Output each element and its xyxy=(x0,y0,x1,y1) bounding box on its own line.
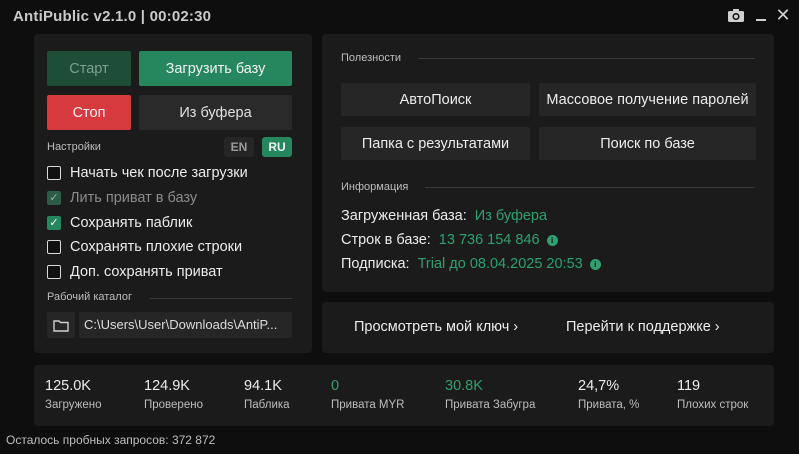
load-base-button[interactable]: Загрузить базу xyxy=(139,51,292,86)
option-label: Начать чек после загрузки xyxy=(70,165,248,181)
stat-value: 24,7% xyxy=(578,378,620,394)
stat-checked: 124.9K Проверено xyxy=(144,378,203,411)
minimize-icon[interactable] xyxy=(751,5,771,25)
stat-label: Плохих строк xyxy=(677,399,749,411)
stat-value: 30.8K xyxy=(445,378,483,394)
utilities-label: Полезности xyxy=(341,52,401,64)
stat-label: Проверено xyxy=(144,399,203,411)
stat-value: 124.9K xyxy=(144,378,190,394)
settings-label: Настройки xyxy=(47,141,101,153)
view-key-link[interactable]: Просмотреть мой ключ › xyxy=(354,319,518,335)
checkbox[interactable] xyxy=(47,265,61,279)
option-label: Сохранять паблик xyxy=(70,215,193,231)
working-dir-label: Рабочий каталог xyxy=(47,291,132,303)
divider xyxy=(150,298,292,299)
option-label: Сохранять плохие строки xyxy=(70,239,243,255)
stat-value: 0 xyxy=(331,378,340,394)
checkbox-checked-disabled: ✓ xyxy=(47,191,61,205)
stat-value: 94.1K xyxy=(244,378,282,394)
option-label: Доп. сохранять приват xyxy=(70,264,223,280)
subscription-value: Trial до 08.04.2025 20:53 xyxy=(417,256,583,272)
lines-row: Строк в базе: 13 736 154 846 i xyxy=(341,232,558,248)
info-icon[interactable]: i xyxy=(546,234,558,246)
autosearch-button[interactable]: АвтоПоиск xyxy=(341,83,530,116)
lines-key: Строк в базе: xyxy=(341,232,431,248)
stat-bad-lines: 119 Плохих строк xyxy=(677,378,748,411)
window-title: AntiPublic v2.1.0 | 00:02:30 xyxy=(13,8,212,25)
stat-label: Привата MYR xyxy=(331,399,405,411)
camera-icon[interactable] xyxy=(726,5,746,25)
option-extra-save-private[interactable]: Доп. сохранять приват xyxy=(47,263,223,281)
divider xyxy=(425,187,755,188)
info-icon[interactable]: i xyxy=(589,258,601,270)
folder-icon[interactable] xyxy=(47,312,75,338)
loaded-base-row: Загруженная база: Из буфера xyxy=(341,208,547,224)
lang-ru-button[interactable]: RU xyxy=(262,137,292,157)
close-icon[interactable]: ✕ xyxy=(773,5,793,25)
stat-private-percent: 24,7% Привата, % xyxy=(578,378,639,411)
subscription-key: Подписка: xyxy=(341,256,410,272)
option-save-bad-lines[interactable]: Сохранять плохие строки xyxy=(47,238,242,256)
info-panel xyxy=(322,34,774,292)
stat-label: Паблика xyxy=(244,399,290,411)
loaded-base-key: Загруженная база: xyxy=(341,208,467,224)
stat-private-myr: 0 Привата MYR xyxy=(331,378,405,411)
lines-value: 13 736 154 846 xyxy=(438,232,540,248)
subscription-row: Подписка: Trial до 08.04.2025 20:53 i xyxy=(341,256,601,272)
stat-label: Привата, % xyxy=(578,399,640,411)
divider xyxy=(419,58,755,59)
lang-en-button[interactable]: EN xyxy=(224,137,254,157)
option-start-check-after-load[interactable]: Начать чек после загрузки xyxy=(47,164,248,182)
results-folder-button[interactable]: Папка с результатами xyxy=(341,127,530,160)
stat-value: 119 xyxy=(677,378,701,394)
information-label: Информация xyxy=(341,181,409,193)
loaded-base-value: Из буфера xyxy=(474,208,548,224)
option-save-public[interactable]: ✓ Сохранять паблик xyxy=(47,214,192,232)
from-clipboard-button[interactable]: Из буфера xyxy=(139,95,292,130)
bulk-passwords-button[interactable]: Массовое получение паролей xyxy=(539,83,756,116)
stat-loaded: 125.0K Загружено xyxy=(45,378,102,411)
option-label: Лить приват в базу xyxy=(70,190,198,206)
stat-private-abroad: 30.8K Привата Забугра xyxy=(445,378,535,411)
stat-label: Привата Забугра xyxy=(445,399,536,411)
stat-value: 125.0K xyxy=(45,378,91,394)
checkbox[interactable] xyxy=(47,240,61,254)
checkbox-checked[interactable]: ✓ xyxy=(47,216,61,230)
stat-label: Загружено xyxy=(45,399,102,411)
start-button[interactable]: Старт xyxy=(47,51,131,86)
working-dir-path[interactable]: C:\Users\User\Downloads\AntiP... xyxy=(79,312,292,338)
option-push-private: ✓ Лить приват в базу xyxy=(47,189,197,207)
checkbox[interactable] xyxy=(47,166,61,180)
title-bar: AntiPublic v2.1.0 | 00:02:30 ✕ xyxy=(0,0,799,32)
stop-button[interactable]: Стоп xyxy=(47,95,131,130)
support-link[interactable]: Перейти к поддержке › xyxy=(566,319,720,335)
stat-public: 94.1K Паблика xyxy=(244,378,290,411)
remaining-requests: Осталось пробных запросов: 372 872 xyxy=(6,433,216,447)
search-base-button[interactable]: Поиск по базе xyxy=(539,127,756,160)
